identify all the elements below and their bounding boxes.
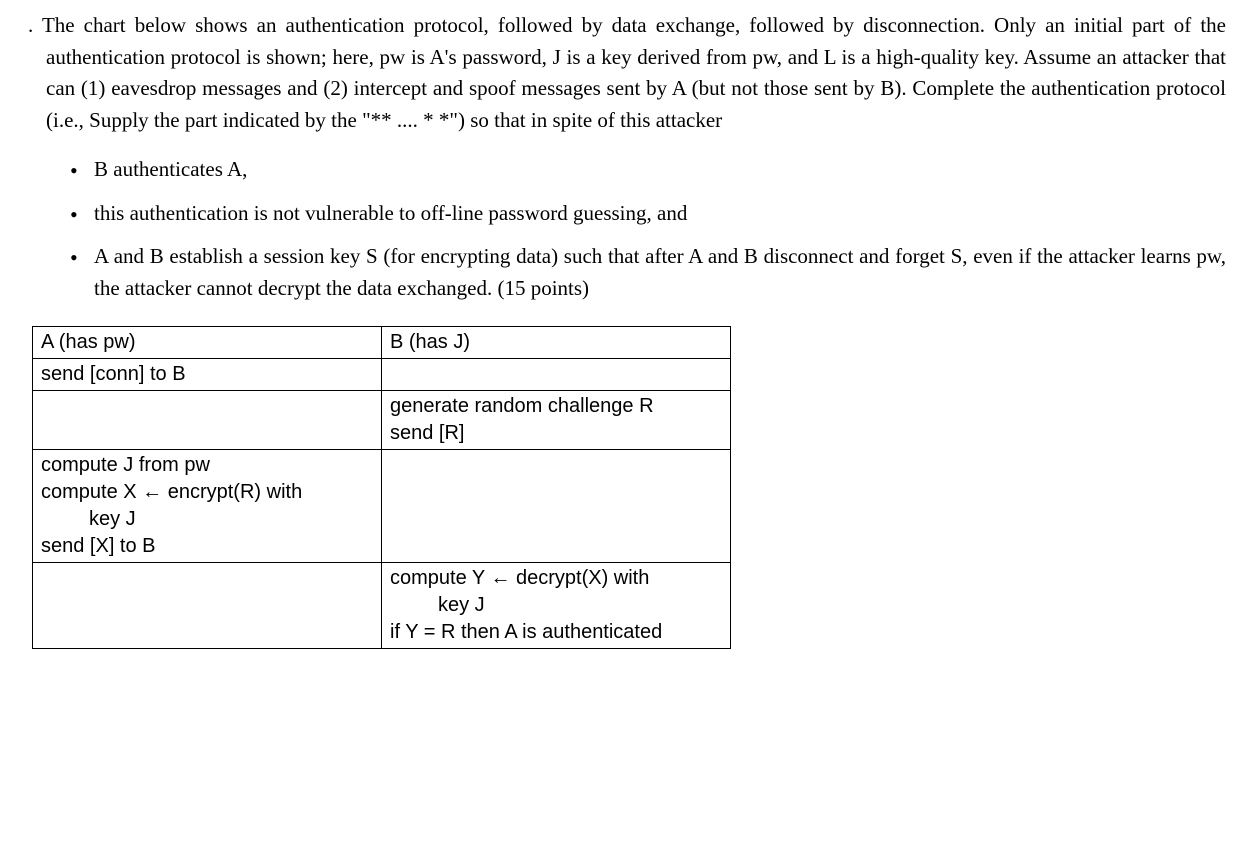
protocol-step: compute X ← encrypt(R) with <box>41 479 371 506</box>
protocol-step: send [X] to B <box>41 533 371 560</box>
cell-b <box>382 359 731 391</box>
cell-b-header: B (has J) <box>382 327 731 359</box>
cell-a: compute J from pw compute X ← encrypt(R)… <box>33 450 382 563</box>
cell-b: generate random challenge R send [R] <box>382 391 731 450</box>
table-row: compute J from pw compute X ← encrypt(R)… <box>33 450 731 563</box>
cell-a <box>33 391 382 450</box>
protocol-step: compute Y ← decrypt(X) with <box>390 565 720 592</box>
protocol-step: if Y = R then A is authenticated <box>390 619 720 646</box>
cell-b: compute Y ← decrypt(X) with key J if Y =… <box>382 563 731 649</box>
cell-a-header: A (has pw) <box>33 327 382 359</box>
cell-b <box>382 450 731 563</box>
protocol-step: send [R] <box>390 420 720 447</box>
protocol-step-indent: key J <box>41 506 371 533</box>
protocol-step-indent: key J <box>390 592 720 619</box>
table-row: A (has pw) B (has J) <box>33 327 731 359</box>
list-item: A and B establish a session key S (for e… <box>70 241 1226 304</box>
cell-a <box>33 563 382 649</box>
question-intro: . The chart below shows an authenticatio… <box>28 10 1226 136</box>
protocol-table: A (has pw) B (has J) send [conn] to B ge… <box>32 326 731 649</box>
requirements-list: B authenticates A, this authentication i… <box>28 154 1226 304</box>
protocol-step: generate random challenge R <box>390 393 720 420</box>
list-item: B authenticates A, <box>70 154 1226 186</box>
protocol-step: compute J from pw <box>41 452 371 479</box>
table-row: send [conn] to B <box>33 359 731 391</box>
table-row: generate random challenge R send [R] <box>33 391 731 450</box>
list-item: this authentication is not vulnerable to… <box>70 198 1226 230</box>
table-row: compute Y ← decrypt(X) with key J if Y =… <box>33 563 731 649</box>
cell-a: send [conn] to B <box>33 359 382 391</box>
